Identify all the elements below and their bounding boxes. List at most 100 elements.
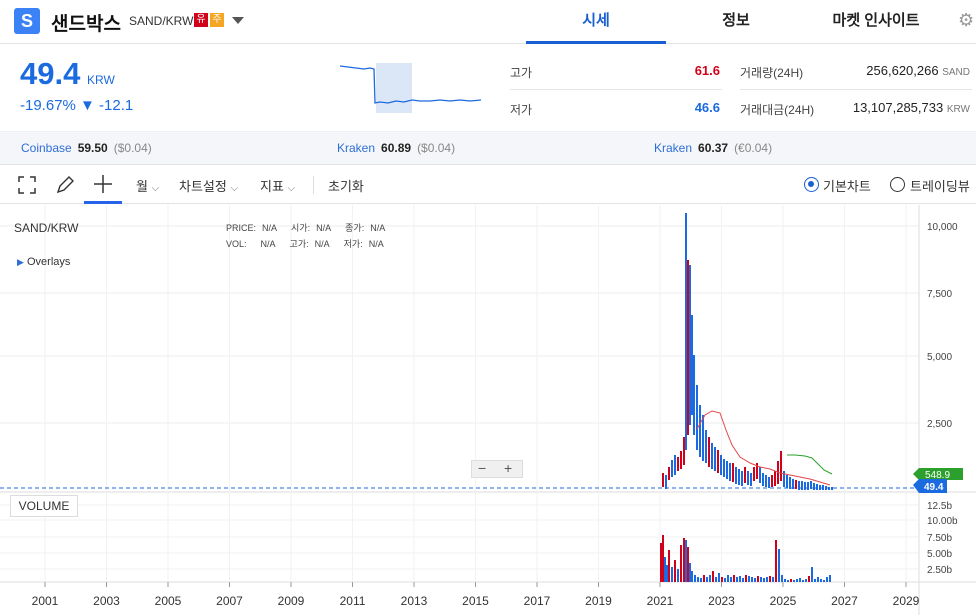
exchange-diff: ($0.04) <box>113 141 152 155</box>
exchange-kraken-usd[interactable]: Kraken 60.89 ($0.04) <box>337 141 455 155</box>
tab-info[interactable]: 정보 <box>666 0 806 44</box>
volume-bar <box>823 580 825 582</box>
volume-tick-label: 10.00b <box>927 516 958 527</box>
volume-bar <box>781 575 783 582</box>
year-label: 2029 <box>893 594 920 608</box>
tradingview-radio[interactable] <box>890 177 905 192</box>
info-price-label: PRICE: <box>226 223 257 233</box>
basic-chart-label[interactable]: 기본차트 <box>823 176 871 195</box>
volume-tick-label: 12.5b <box>927 501 952 512</box>
volume-pane-label[interactable]: VOLUME <box>10 495 78 517</box>
year-label: 2001 <box>32 594 59 608</box>
last-price-tag-label: 49.4 <box>924 482 944 493</box>
coin-dropdown-chevron-icon[interactable] <box>232 17 244 24</box>
year-label: 2021 <box>647 594 674 608</box>
candlestick-chart[interactable]: 10,000 7,500 5,000 2,500 12.5b 10.00b 7.50b 5.0… <box>0 205 976 615</box>
volume-bar <box>677 569 679 582</box>
info-vol-label: VOL: <box>226 239 247 249</box>
exchange-price: 60.89 <box>381 141 412 155</box>
volume-24h-label: 거래량(24H) <box>740 66 804 80</box>
volume-bar <box>691 571 693 582</box>
volume-bar <box>778 549 780 582</box>
price-chart-area[interactable]: 10,000 7,500 5,000 2,500 12.5b 10.00b 7.50b 5.0… <box>0 205 976 615</box>
chart-settings-label: 차트설정 <box>179 179 227 194</box>
zoom-out-button[interactable]: − <box>478 460 486 476</box>
volume-bar <box>683 538 685 582</box>
volume-bar <box>790 579 792 582</box>
volume-24h: 256,620,266 SAND <box>820 63 970 78</box>
volume-bar <box>775 540 777 582</box>
volume-bar <box>772 577 774 582</box>
volume-bar <box>754 578 756 582</box>
volume-bar <box>784 579 786 582</box>
volume-bar <box>814 579 816 582</box>
zoom-controls: − + <box>471 460 523 478</box>
volume-bar <box>742 578 744 582</box>
volume-bar <box>724 578 726 582</box>
gear-icon[interactable]: ⚙ <box>958 10 974 31</box>
year-label: 2007 <box>216 594 243 608</box>
crosshair-active-indicator <box>84 201 122 204</box>
chart-toolbar: 월 ⌵ 차트설정 ⌵ 지표 ⌵ 초기화 기본차트 트레이딩뷰 <box>0 164 976 204</box>
coin-name[interactable]: 샌드박스 <box>51 9 121 36</box>
volume-bar <box>811 567 813 582</box>
volume-bar <box>829 575 831 582</box>
volume-tick-label: 5.00b <box>927 549 952 560</box>
reset-button[interactable]: 초기화 <box>328 176 364 195</box>
interval-label: 월 <box>136 179 148 194</box>
volume-bar <box>721 577 723 582</box>
volume-bar <box>712 571 714 582</box>
exchange-price: 60.37 <box>698 141 729 155</box>
draw-pencil-icon[interactable] <box>55 175 75 195</box>
volume-24h-value: 256,620,266 <box>866 63 939 78</box>
volume-bar <box>715 577 717 582</box>
volume-bar <box>706 577 708 582</box>
tab-price[interactable]: 시세 <box>526 0 666 44</box>
price-tick-label: 5,000 <box>927 352 952 363</box>
year-label: 2003 <box>93 594 120 608</box>
mini-price-chart <box>340 63 481 113</box>
chart-settings-dropdown[interactable]: 차트설정 ⌵ <box>179 176 238 195</box>
year-label: 2017 <box>524 594 551 608</box>
volume-bar <box>703 575 705 582</box>
amount-24h-unit: KRW <box>946 104 970 115</box>
info-close-value: N/A <box>370 223 386 233</box>
ohlc-info-row-1: PRICE: N/A 시가: N/A 종가: N/A <box>226 221 385 234</box>
crosshair-icon[interactable] <box>93 174 113 194</box>
basic-chart-radio[interactable] <box>804 177 819 192</box>
exchange-kraken-eur[interactable]: Kraken 60.37 (€0.04) <box>654 141 772 155</box>
chevron-down-icon: ⌵ <box>230 183 239 194</box>
volume-bar <box>718 573 720 582</box>
tab-market-insight[interactable]: 마켓 인사이트 <box>806 0 946 44</box>
volume-bar <box>697 577 699 582</box>
volume-tick-label: 2.50b <box>927 565 952 576</box>
info-low-label: 저가: <box>343 239 363 249</box>
year-label: 2023 <box>708 594 735 608</box>
year-label: 2015 <box>462 594 489 608</box>
volume-bar <box>668 550 670 582</box>
volume-bar <box>808 576 810 582</box>
exchange-coinbase[interactable]: Coinbase 59.50 ($0.04) <box>21 141 152 155</box>
chevron-down-icon: ⌵ <box>151 183 160 194</box>
volume-bar <box>666 565 668 582</box>
tradingview-label[interactable]: 트레이딩뷰 <box>910 176 970 195</box>
volume-bar <box>748 576 750 582</box>
amount-24h: 13,107,285,733 KRW <box>800 100 970 115</box>
overlays-toggle[interactable]: ▶ Overlays <box>17 256 70 268</box>
low-label: 저가 <box>510 103 533 117</box>
indicators-dropdown[interactable]: 지표 ⌵ <box>260 176 295 195</box>
exchange-price: 59.50 <box>77 141 108 155</box>
volume-bar <box>739 576 741 582</box>
volume-bar <box>802 580 804 582</box>
volume-bar <box>805 579 807 582</box>
ohlc-info-row-2: VOL: N/A 고가: N/A 저가: N/A <box>226 237 384 250</box>
volume-bar <box>787 580 789 582</box>
exchange-name: Coinbase <box>21 141 72 155</box>
zoom-in-button[interactable]: + <box>504 460 512 476</box>
volume-bar <box>685 540 687 582</box>
fullscreen-icon[interactable] <box>18 176 36 194</box>
volume-bar <box>664 557 666 582</box>
interval-dropdown[interactable]: 월 ⌵ <box>136 176 159 195</box>
volume-bar <box>727 575 729 582</box>
price-currency: KRW <box>87 73 115 87</box>
